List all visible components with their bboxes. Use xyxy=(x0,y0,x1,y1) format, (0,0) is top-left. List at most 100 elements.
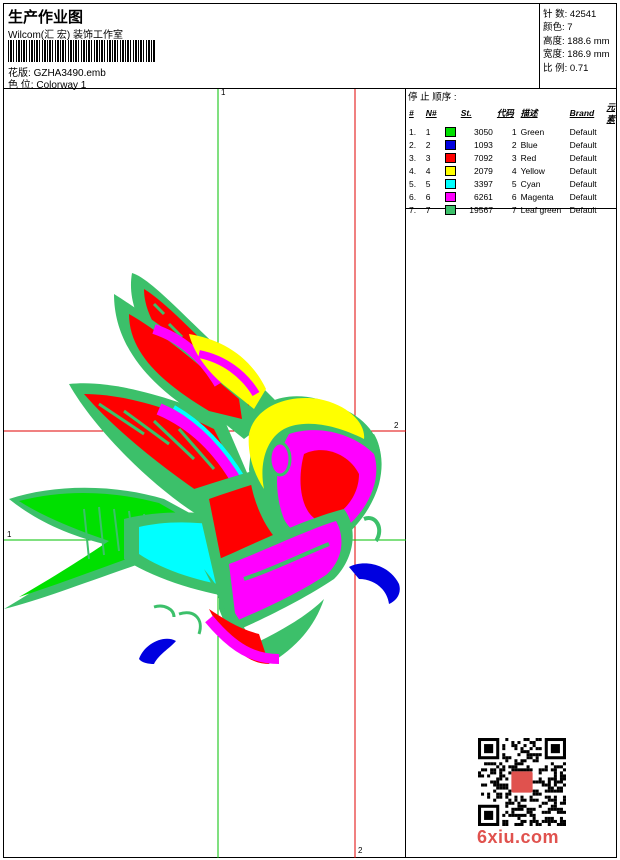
cell-el xyxy=(604,164,617,177)
col-desc: 描述 xyxy=(520,108,538,118)
cell-brand: Default xyxy=(569,139,597,150)
cell-st: 6261 xyxy=(474,191,493,202)
cell-code: 1 xyxy=(511,126,517,137)
cell-n: 3 xyxy=(425,152,431,163)
cell-swatch xyxy=(443,125,459,138)
color-swatch xyxy=(444,178,456,189)
cell-st: 2079 xyxy=(474,165,493,176)
color-row: 4. 4 2079 4 Yellow Default xyxy=(407,164,617,177)
page-title: 生产作业图 xyxy=(8,9,84,26)
cell-el xyxy=(604,151,617,164)
cell-n: 1 xyxy=(425,126,431,137)
cell-el xyxy=(604,125,617,138)
cell-n: 5 xyxy=(425,178,431,189)
cell-el xyxy=(604,190,617,203)
col-index: # xyxy=(409,108,414,118)
cell-idx: 4. xyxy=(409,165,417,176)
cell-el xyxy=(604,177,617,190)
guide-label-h1: 1 xyxy=(7,530,12,539)
color-row: 2. 2 1093 2 Blue Default xyxy=(407,138,617,151)
guide-label-v2: 2 xyxy=(358,846,363,855)
stat-width: 宽度: 186.9 mm xyxy=(543,49,610,60)
cell-n: 6 xyxy=(425,191,431,202)
company-name: Wilcom(汇 宏) 装饰工作室 xyxy=(8,30,123,41)
cell-code: 7 xyxy=(511,204,517,215)
color-row: 1. 1 3050 1 Green Default xyxy=(407,125,617,138)
cell-brand: Default xyxy=(569,165,597,176)
cell-desc: Leaf green xyxy=(520,204,562,215)
stat-stitches: 针 数: 42541 xyxy=(543,9,597,20)
cell-st: 7092 xyxy=(474,152,493,163)
color-row: 6. 6 6261 6 Magenta Default xyxy=(407,190,617,203)
cell-brand: Default xyxy=(569,126,597,137)
stat-height: 高度: 188.6 mm xyxy=(543,36,610,47)
stats-panel: 针 数: 42541 颜色: 7 高度: 188.6 mm 宽度: 186.9 … xyxy=(539,4,617,89)
cell-idx: 3. xyxy=(409,152,417,163)
qr-code-graphic xyxy=(478,738,566,826)
cell-code: 3 xyxy=(511,152,517,163)
color-swatch xyxy=(444,139,456,150)
cell-swatch xyxy=(443,151,459,164)
color-swatch xyxy=(444,152,456,163)
embroidery-design xyxy=(4,89,406,858)
guide-label-h2: 2 xyxy=(394,421,399,430)
col-swatch xyxy=(443,101,459,125)
cell-el xyxy=(604,203,617,216)
cell-n: 4 xyxy=(425,165,431,176)
cell-st: 3050 xyxy=(474,126,493,137)
cell-desc: Red xyxy=(520,152,537,163)
guide-label-v1: 1 xyxy=(221,88,226,97)
cell-code: 5 xyxy=(511,178,517,189)
color-swatch xyxy=(444,126,456,137)
color-row: 3. 3 7092 3 Red Default xyxy=(407,151,617,164)
cell-code: 4 xyxy=(511,165,517,176)
cell-code: 6 xyxy=(511,191,517,202)
cell-desc: Green xyxy=(520,126,545,137)
barcode xyxy=(8,40,156,62)
design-canvas[interactable]: 1 2 1 2 xyxy=(4,88,406,858)
cell-brand: Default xyxy=(569,191,597,202)
cell-desc: Cyan xyxy=(520,178,541,189)
cell-swatch xyxy=(443,203,459,216)
cell-st: 1093 xyxy=(474,139,493,150)
color-row: 5. 5 3397 5 Cyan Default xyxy=(407,177,617,190)
stat-scale: 比 例: 0.71 xyxy=(543,63,589,74)
cell-idx: 6. xyxy=(409,191,417,202)
watermark-text: 6xiu.com xyxy=(477,827,560,847)
cell-swatch xyxy=(443,138,459,151)
color-table: # N# St. 代码 描述 Brand 元素 1. 1 3050 1 Green Def… xyxy=(407,101,617,216)
cell-idx: 2. xyxy=(409,139,417,150)
cell-swatch xyxy=(443,164,459,177)
qr-logo xyxy=(511,771,533,793)
color-swatch xyxy=(444,191,456,202)
cell-desc: Yellow xyxy=(520,165,545,176)
header-panel: 生产作业图 Wilcom(汇 宏) 装饰工作室 花版: GZHA3490.emb… xyxy=(4,4,539,91)
col-code: 代码 xyxy=(496,108,514,118)
color-row: 7. 7 19567 7 Leaf green Default xyxy=(407,203,617,216)
color-swatch xyxy=(444,204,456,215)
col-needle: N# xyxy=(425,108,437,118)
stat-colors: 颜色: 7 xyxy=(543,22,573,33)
cell-brand: Default xyxy=(569,152,597,163)
cell-desc: Blue xyxy=(520,139,538,150)
cell-idx: 1. xyxy=(409,126,417,137)
col-stitches: St. xyxy=(460,108,472,118)
cell-brand: Default xyxy=(569,204,597,215)
color-swatch xyxy=(444,165,456,176)
stop-sequence-box: 停 止 顺序 : # N# St. 代码 描述 Brand 元素 1. 1 3050… xyxy=(406,89,617,215)
cell-st: 3397 xyxy=(474,178,493,189)
cell-code: 2 xyxy=(511,139,517,150)
cell-desc: Magenta xyxy=(520,191,554,202)
cell-idx: 5. xyxy=(409,178,417,189)
cell-idx: 7. xyxy=(409,204,417,215)
cell-swatch xyxy=(443,190,459,203)
cell-st: 19567 xyxy=(469,204,493,215)
cell-swatch xyxy=(443,177,459,190)
cell-n: 2 xyxy=(425,139,431,150)
col-brand: Brand xyxy=(569,108,595,118)
cell-brand: Default xyxy=(569,178,597,189)
cell-el xyxy=(604,138,617,151)
cell-n: 7 xyxy=(425,204,431,215)
color-table-header: # N# St. 代码 描述 Brand 元素 xyxy=(407,101,617,125)
qr-code xyxy=(478,738,566,826)
